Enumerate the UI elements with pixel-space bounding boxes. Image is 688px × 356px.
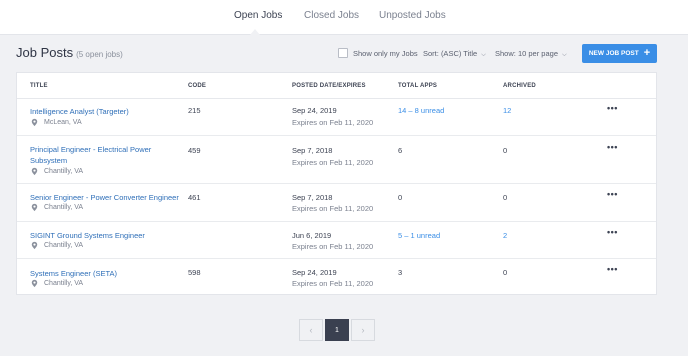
tab-closed-jobs[interactable]: Closed Jobs [304,10,359,21]
total-apps: 0 [398,193,403,202]
job-location-text: Chantilly, VA [44,168,84,175]
job-title-link[interactable]: SIGINT Ground Systems Engineer [30,230,210,241]
sort-label: Sort: [423,49,439,58]
job-location: Chantilly, VA [30,203,83,212]
total-apps-link[interactable]: 5 – 1 unread [398,231,440,240]
chevron-left-icon: ‹ [309,325,313,335]
job-code: 461 [188,193,201,202]
table-row: Systems Engineer (SETA) Chantilly, VA 59… [17,259,656,295]
job-posts-table: TITLE CODE POSTED DATE/EXPIRES TOTAL APP… [16,72,657,295]
posted-date: Sep 7, 2018 [292,193,333,202]
row-menu-button[interactable]: ••• [607,264,618,274]
job-code: 215 [188,106,201,115]
page-title: Job Posts (5 open jobs) [16,45,123,60]
chevron-right-icon: › [361,325,365,335]
next-page-button[interactable]: › [351,319,375,341]
expires-date: Expires on Feb 11, 2020 [292,118,374,127]
job-title-link[interactable]: Principal Engineer - Electrical Power Su… [30,144,190,166]
chevron-down-icon: ⌵ [481,52,486,58]
map-pin-icon [31,118,38,127]
row-menu-button[interactable]: ••• [607,189,618,199]
table-row: Principal Engineer - Electrical Power Su… [17,136,656,184]
page-title-text: Job Posts [16,45,74,60]
row-menu-button[interactable]: ••• [607,227,618,237]
archived-apps-link[interactable]: 2 [503,231,507,240]
total-apps: 3 [398,268,403,277]
show-only-my-jobs-label[interactable]: Show only my Jobs [353,49,418,58]
expires-date: Expires on Feb 11, 2020 [292,158,374,167]
chevron-down-icon: ⌵ [562,52,567,58]
column-header-code[interactable]: CODE [188,83,206,89]
prev-page-button[interactable]: ‹ [299,319,323,341]
column-header-archived[interactable]: ARCHIVED [503,83,536,89]
tab-open-jobs[interactable]: Open Jobs [234,10,282,21]
map-pin-icon [31,167,38,176]
job-title-link[interactable]: Intelligence Analyst (Targeter) [30,106,190,117]
archived-apps: 0 [503,193,508,202]
job-title-link[interactable]: Senior Engineer - Power Converter Engine… [30,192,210,203]
job-location-text: Chantilly, VA [44,280,84,287]
column-header-posted-date[interactable]: POSTED DATE/EXPIRES [292,83,366,89]
expires-date: Expires on Feb 11, 2020 [292,242,374,251]
job-location: Chantilly, VA [30,167,83,176]
row-menu-button[interactable]: ••• [607,103,618,113]
archived-apps-link[interactable]: 12 [503,106,511,115]
job-location-text: Chantilly, VA [44,204,84,211]
job-location-text: Chantilly, VA [44,242,84,249]
sort-value: (ASC) Title [440,49,478,58]
job-location: Chantilly, VA [30,241,83,250]
job-title-link[interactable]: Systems Engineer (SETA) [30,268,210,279]
table-row: SIGINT Ground Systems Engineer Chantilly… [17,222,656,259]
posted-date: Sep 24, 2019 [292,106,337,115]
new-job-post-button[interactable]: NEW JOB POST + [582,44,657,63]
archived-apps: 0 [503,268,508,277]
table-row: Intelligence Analyst (Targeter) McLean, … [17,99,656,136]
column-header-total-apps[interactable]: TOTAL APPS [398,83,437,89]
expires-date: Expires on Feb 11, 2020 [292,204,374,213]
total-apps-link[interactable]: 14 – 8 unread [398,106,444,115]
expires-date: Expires on Feb 11, 2020 [292,279,374,288]
page-button-current[interactable]: 1 [325,319,349,341]
row-menu-button[interactable]: ••• [607,142,618,152]
map-pin-icon [31,241,38,250]
posted-date: Jun 6, 2019 [292,231,332,240]
page-number: 1 [335,326,339,334]
total-apps: 6 [398,146,403,155]
new-job-post-label: NEW JOB POST [588,50,639,57]
archived-apps: 0 [503,146,508,155]
posted-date: Sep 24, 2019 [292,268,337,277]
sort-dropdown[interactable]: Sort: (ASC) Title ⌵ [423,49,486,59]
job-code: 459 [188,146,201,155]
job-location: McLean, VA [30,118,82,127]
job-location: Chantilly, VA [30,279,83,288]
map-pin-icon [31,203,38,212]
job-code: 598 [188,268,201,277]
map-pin-icon [31,279,38,288]
top-navigation: Open Jobs Closed Jobs Unposted Jobs [0,0,688,35]
job-location-text: McLean, VA [44,119,82,126]
tab-unposted-jobs[interactable]: Unposted Jobs [379,10,446,21]
open-jobs-count: (5 open jobs) [76,50,123,59]
page-size-dropdown[interactable]: Show: 10 per page ⌵ [495,49,567,59]
plus-icon: + [643,47,651,59]
table-row: Senior Engineer - Power Converter Engine… [17,184,656,222]
show-only-my-jobs-checkbox[interactable] [338,48,348,58]
active-tab-indicator [250,29,260,35]
show-value: 10 per page [517,49,558,58]
column-header-title[interactable]: TITLE [30,83,48,89]
show-label: Show: [495,49,516,58]
posted-date: Sep 7, 2018 [292,146,333,155]
